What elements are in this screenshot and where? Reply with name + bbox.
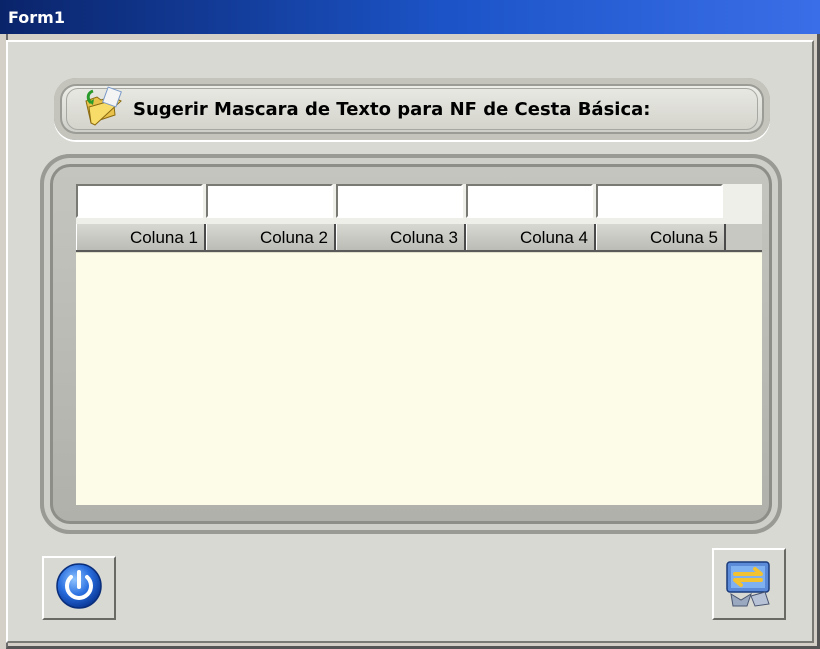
column-header-2[interactable]: Coluna 2 — [206, 224, 336, 250]
column-header-4[interactable]: Coluna 4 — [466, 224, 596, 250]
filter-input-4[interactable] — [466, 184, 593, 218]
transfer-button[interactable] — [712, 548, 786, 620]
filter-input-1[interactable] — [76, 184, 203, 218]
grid-panel: Coluna 1 Coluna 2 Coluna 3 Coluna 4 Colu… — [40, 154, 782, 534]
header-inner: Sugerir Mascara de Texto para NF de Cest… — [66, 85, 758, 130]
data-grid: Coluna 1 Coluna 2 Coluna 3 Coluna 4 Colu… — [76, 184, 762, 505]
monitor-transfer-icon — [721, 554, 777, 614]
header-title: Sugerir Mascara de Texto para NF de Cest… — [133, 98, 651, 120]
grid-body[interactable] — [76, 252, 762, 505]
column-header-5[interactable]: Coluna 5 — [596, 224, 726, 250]
header-panel: Sugerir Mascara de Texto para NF de Cest… — [54, 78, 770, 140]
column-header-3[interactable]: Coluna 3 — [336, 224, 466, 250]
folder-open-icon — [83, 85, 127, 126]
window-titlebar[interactable]: Form1 — [0, 0, 820, 34]
filter-input-5[interactable] — [596, 184, 723, 218]
column-header-1[interactable]: Coluna 1 — [76, 224, 206, 250]
filter-input-3[interactable] — [336, 184, 463, 218]
column-header-row: Coluna 1 Coluna 2 Coluna 3 Coluna 4 Colu… — [76, 224, 762, 252]
filter-input-2[interactable] — [206, 184, 333, 218]
power-icon — [55, 562, 103, 614]
filter-row — [76, 184, 726, 224]
power-button[interactable] — [42, 556, 116, 620]
window-title: Form1 — [8, 8, 65, 27]
